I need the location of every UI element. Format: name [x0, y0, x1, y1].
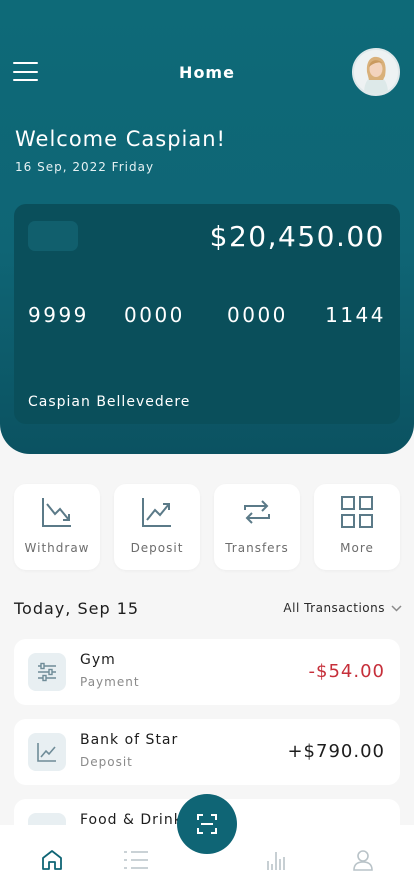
tab-home[interactable]	[41, 849, 63, 875]
welcome-greeting: Welcome Caspian!	[15, 127, 226, 151]
card-holder: Caspian Bellevedere	[28, 394, 191, 410]
transactions-filter[interactable]: All Transactions	[283, 601, 402, 615]
transfers-button[interactable]: Transfers	[214, 484, 300, 570]
transaction-category: Payment	[80, 675, 140, 689]
scan-button[interactable]	[177, 794, 237, 854]
transaction-row[interactable]: Bank of Star Deposit +$790.00	[14, 719, 400, 785]
list-icon	[124, 851, 148, 869]
transaction-name: Bank of Star	[80, 732, 179, 748]
stats-icon	[267, 852, 285, 870]
avatar-image	[354, 50, 398, 94]
deposit-label: Deposit	[130, 541, 184, 555]
tab-profile[interactable]	[352, 849, 374, 875]
transaction-icon-box	[28, 733, 66, 771]
chevron-down-icon	[391, 604, 402, 612]
transfers-label: Transfers	[225, 541, 289, 555]
current-date: 16 Sep, 2022 Friday	[15, 160, 155, 174]
transaction-row[interactable]: Gym Payment -$54.00	[14, 639, 400, 705]
section-title: Today, Sep 15	[14, 599, 140, 618]
tab-statistics[interactable]	[265, 849, 287, 875]
withdraw-label: Withdraw	[24, 541, 90, 555]
card-number-group: 1144	[325, 303, 386, 327]
chart-up-icon	[142, 498, 171, 527]
bank-card[interactable]: $20,450.00 9999 0000 0000 1144 Caspian B…	[14, 204, 400, 424]
transfer-icon	[244, 500, 270, 524]
transaction-category: Deposit	[80, 755, 133, 769]
more-button[interactable]: More	[314, 484, 400, 570]
filter-label: All Transactions	[283, 601, 385, 615]
scan-icon	[197, 814, 217, 834]
tab-list[interactable]	[123, 849, 149, 875]
home-icon	[42, 850, 62, 870]
card-number-group: 9999	[28, 303, 89, 327]
card-number-group: 0000	[227, 303, 288, 327]
transaction-name: Gym	[80, 652, 116, 668]
more-label: More	[340, 541, 374, 555]
avatar[interactable]	[352, 48, 400, 96]
withdraw-button[interactable]: Withdraw	[14, 484, 100, 570]
card-number-group: 0000	[124, 303, 185, 327]
transaction-amount: -$54.00	[308, 661, 385, 682]
grid-icon	[341, 496, 373, 528]
deposit-button[interactable]: Deposit	[114, 484, 200, 570]
transaction-icon-box	[28, 653, 66, 691]
profile-icon	[353, 850, 373, 871]
transaction-amount: +$790.00	[287, 741, 385, 762]
equalizer-icon	[38, 662, 56, 682]
card-balance: $20,450.00	[209, 220, 385, 253]
chart-down-icon	[42, 498, 71, 527]
chart-up-icon	[37, 743, 56, 762]
card-chip	[28, 221, 78, 251]
